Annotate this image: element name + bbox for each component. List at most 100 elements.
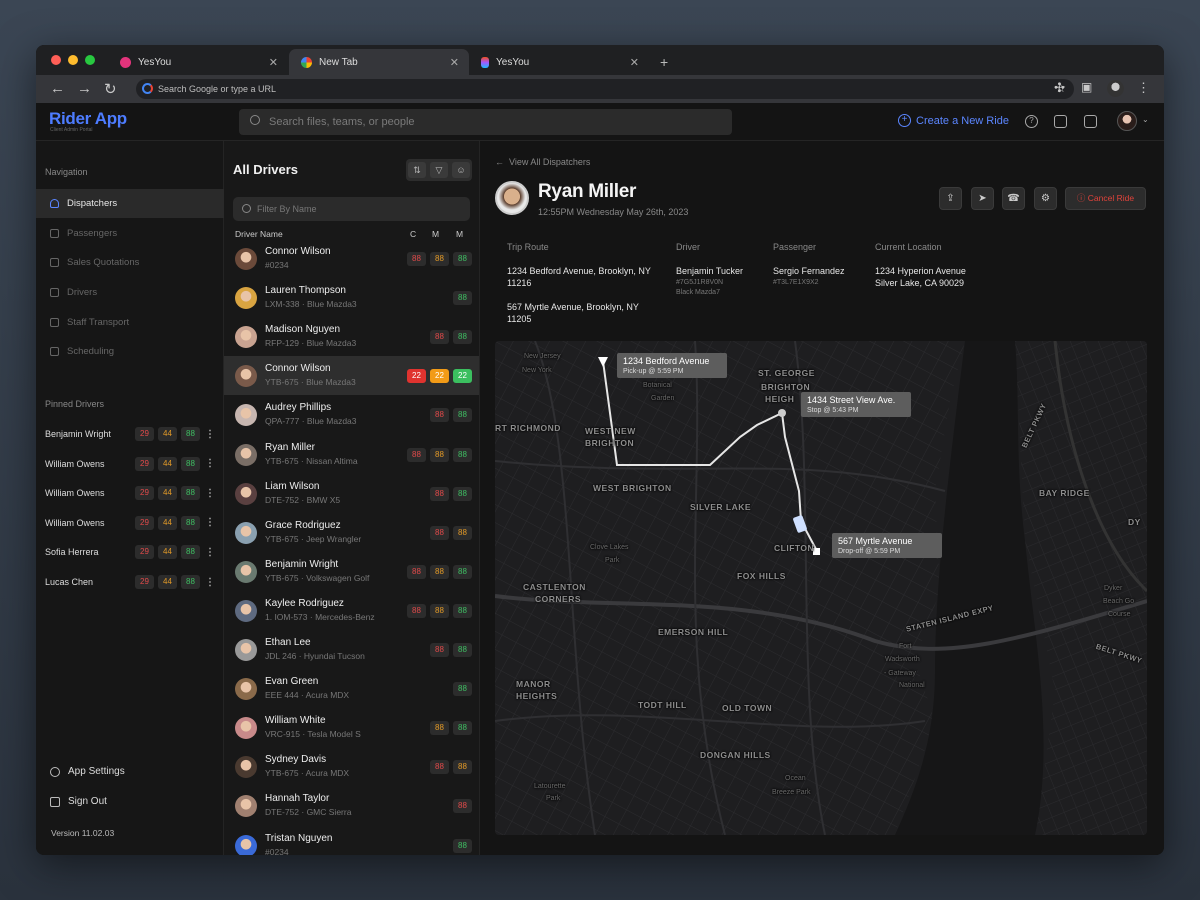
forward-arrow-icon[interactable]: → [77, 80, 92, 97]
global-search-input[interactable]: Search files, teams, or people [239, 109, 732, 135]
nav-heading: Navigation [45, 167, 88, 177]
sort-icon[interactable]: ⇅ [408, 162, 426, 178]
minimize-window-button[interactable] [68, 55, 78, 65]
help-icon[interactable]: ? [1025, 115, 1038, 128]
side-panel-icon[interactable]: ▣ [1081, 80, 1092, 94]
user-avatar[interactable] [1117, 111, 1137, 131]
score-badge: 88 [181, 575, 200, 589]
maximize-window-button[interactable] [85, 55, 95, 65]
browser-tab-3[interactable]: YesYou ✕ [469, 49, 649, 75]
driver-filter-input[interactable]: Filter By Name [233, 197, 470, 221]
user-icon[interactable]: ☺ [452, 162, 470, 178]
kebab-menu-icon[interactable]: ⋮ [205, 429, 215, 440]
close-tab-icon[interactable]: ✕ [450, 56, 459, 69]
sidebar-item-scheduling[interactable]: Scheduling [36, 337, 224, 366]
window-controls[interactable] [51, 55, 95, 65]
column-header-c[interactable]: C [410, 229, 416, 239]
sidebar-item-sales-quotations[interactable]: Sales Quotations [36, 248, 224, 277]
pinned-driver-row[interactable]: William Owens 29 44 88 ⋮ [45, 484, 215, 502]
avatar [235, 599, 257, 622]
drivers-toolbar: ⇅ ▽ ☺ [406, 159, 472, 181]
pickup-marker-popup[interactable]: 1234 Bedford Avenue Pick-up @ 5:59 PM [617, 353, 727, 378]
pinned-driver-row[interactable]: William Owens 29 44 88 ⋮ [45, 455, 215, 473]
dispatch-datetime: 12:55PM Wednesday May 26th, 2023 [538, 207, 689, 217]
back-link-label: View All Dispatchers [509, 157, 591, 167]
current-location-value: 1234 Hyperion Avenue Silver Lake, CA 900… [875, 266, 966, 288]
route-map[interactable]: ST. GEORGE BRIGHTON HEIGH WEST NEW BRIGHTON R… [495, 341, 1147, 835]
close-window-button[interactable] [51, 55, 61, 65]
address-bar[interactable]: Search Google or type a URL ☆ [136, 79, 1074, 99]
dropoff-marker-popup[interactable]: 567 Myrtle Avenue Drop-off @ 5:59 PM [832, 533, 942, 558]
plus-circle-icon: + [898, 114, 911, 127]
stop-marker-popup[interactable]: 1434 Street View Ave. Stop @ 5:43 PM [801, 392, 911, 417]
chat-icon[interactable] [1054, 115, 1067, 128]
driver-row[interactable]: Tristan Nguyen #0234 88 [224, 826, 479, 855]
pinned-driver-row[interactable]: Benjamin Wright 29 44 88 ⋮ [45, 425, 215, 443]
driver-row[interactable]: Grace Rodriguez YTB-675 · Jeep Wrangler 88… [224, 513, 479, 552]
sign-out-button[interactable]: Sign Out [50, 796, 107, 807]
column-header-m[interactable]: M [432, 229, 439, 239]
driver-row[interactable]: Ryan Miller YTB-675 · Nissan Altima 88 88 88 [224, 435, 479, 474]
app-settings-button[interactable]: App Settings [50, 766, 125, 777]
profile-avatar[interactable] [1107, 80, 1124, 97]
settings-button[interactable]: ⚙ [1034, 187, 1057, 210]
reload-icon[interactable]: ↻ [104, 80, 117, 98]
driver-row[interactable]: Madison Nguyen RFP-129 · Blue Mazda3 88 88 [224, 317, 479, 356]
pinned-driver-row[interactable]: William Owens 29 44 88 ⋮ [45, 514, 215, 532]
cancel-ride-button[interactable]: ⓘ Cancel Ride [1065, 187, 1146, 210]
pinned-driver-row[interactable]: Lucas Chen 29 44 88 ⋮ [45, 573, 215, 591]
browser-tab-1[interactable]: YesYou ✕ [108, 49, 288, 75]
back-link[interactable]: ← View All Dispatchers [495, 157, 590, 167]
inbox-icon[interactable] [1084, 115, 1097, 128]
kebab-menu-icon[interactable]: ⋮ [205, 458, 215, 469]
score-badge: 88 [430, 760, 449, 775]
driver-row[interactable]: Connor Wilson YTB-675 · Blue Mazda3 22 22 22 [224, 356, 479, 396]
kebab-menu-icon[interactable]: ⋮ [205, 517, 215, 528]
app-logo[interactable]: Rider App [49, 109, 127, 129]
send-button[interactable]: ➤ [971, 187, 994, 210]
score-badge: 44 [158, 575, 177, 589]
driver-row[interactable]: Lauren Thompson LXM-338 · Blue Mazda3 88 [224, 278, 479, 317]
kebab-menu-icon[interactable]: ⋮ [205, 547, 215, 558]
driver-vehicle: LXM-338 · Blue Mazda3 [265, 299, 357, 310]
create-ride-button[interactable]: + Create a New Ride [898, 114, 1009, 127]
kebab-menu-icon[interactable]: ⋮ [1137, 80, 1150, 96]
sidebar-item-dispatchers[interactable]: Dispatchers [36, 189, 224, 218]
column-header-name[interactable]: Driver Name [235, 229, 283, 239]
score-badge: 88 [407, 447, 426, 462]
driver-row[interactable]: Kaylee Rodriguez 1. IOM-573 · Mercedes-Be… [224, 591, 479, 630]
driver-row[interactable]: Connor Wilson #0234 88 88 88 [224, 239, 479, 278]
driver-name: Benjamin Wright [265, 558, 339, 570]
back-arrow-icon[interactable]: ← [50, 80, 65, 97]
call-button[interactable]: ☎ [1002, 187, 1025, 210]
column-header-m[interactable]: M [456, 229, 463, 239]
driver-row[interactable]: Sydney Davis YTB-675 · Acura MDX 88 88 [224, 747, 479, 786]
driver-row[interactable]: Benjamin Wright YTB-675 · Volkswagen Golf… [224, 552, 479, 591]
sidebar-item-passengers[interactable]: Passengers [36, 219, 224, 248]
driver-name: Connor Wilson [265, 363, 331, 375]
driver-row[interactable]: William White VRC-915 · Tesla Model S 88 88 [224, 708, 479, 747]
pinned-driver-row[interactable]: Sofia Herrera 29 44 88 ⋮ [45, 543, 215, 561]
sidebar-item-drivers[interactable]: Drivers [36, 278, 224, 307]
driver-row[interactable]: Hannah Taylor DTE-752 · GMC Sierra 88 [224, 786, 479, 825]
extensions-icon[interactable]: ✣ [1054, 80, 1065, 96]
score-badge: 88 [453, 760, 472, 775]
score-badge: 88 [430, 447, 449, 462]
browser-tabbar: YesYou ✕ New Tab ✕ YesYou ✕ + [36, 45, 1164, 75]
sidebar-item-staff-transport[interactable]: Staff Transport [36, 308, 224, 337]
kebab-menu-icon[interactable]: ⋮ [205, 488, 215, 499]
driver-vehicle: EEE 444 · Acura MDX [265, 690, 350, 701]
share-button[interactable]: ⇪ [939, 187, 962, 210]
driver-row[interactable]: Ethan Lee JDL 246 · Hyundai Tucson 88 88 [224, 630, 479, 669]
kebab-menu-icon[interactable]: ⋮ [205, 577, 215, 588]
close-tab-icon[interactable]: ✕ [269, 56, 278, 69]
chevron-down-icon[interactable]: ⌄ [1142, 115, 1149, 124]
driver-row[interactable]: Audrey Phillips QPA-777 · Blue Mazda3 88 88 [224, 395, 479, 434]
new-tab-button[interactable]: + [648, 49, 680, 75]
browser-tab-2[interactable]: New Tab ✕ [289, 49, 469, 75]
filter-icon[interactable]: ▽ [430, 162, 448, 178]
close-tab-icon[interactable]: ✕ [630, 56, 639, 69]
driver-row[interactable]: Evan Green EEE 444 · Acura MDX 88 [224, 669, 479, 708]
avatar [235, 756, 257, 779]
driver-row[interactable]: Liam Wilson DTE-752 · BMW X5 88 88 [224, 474, 479, 513]
